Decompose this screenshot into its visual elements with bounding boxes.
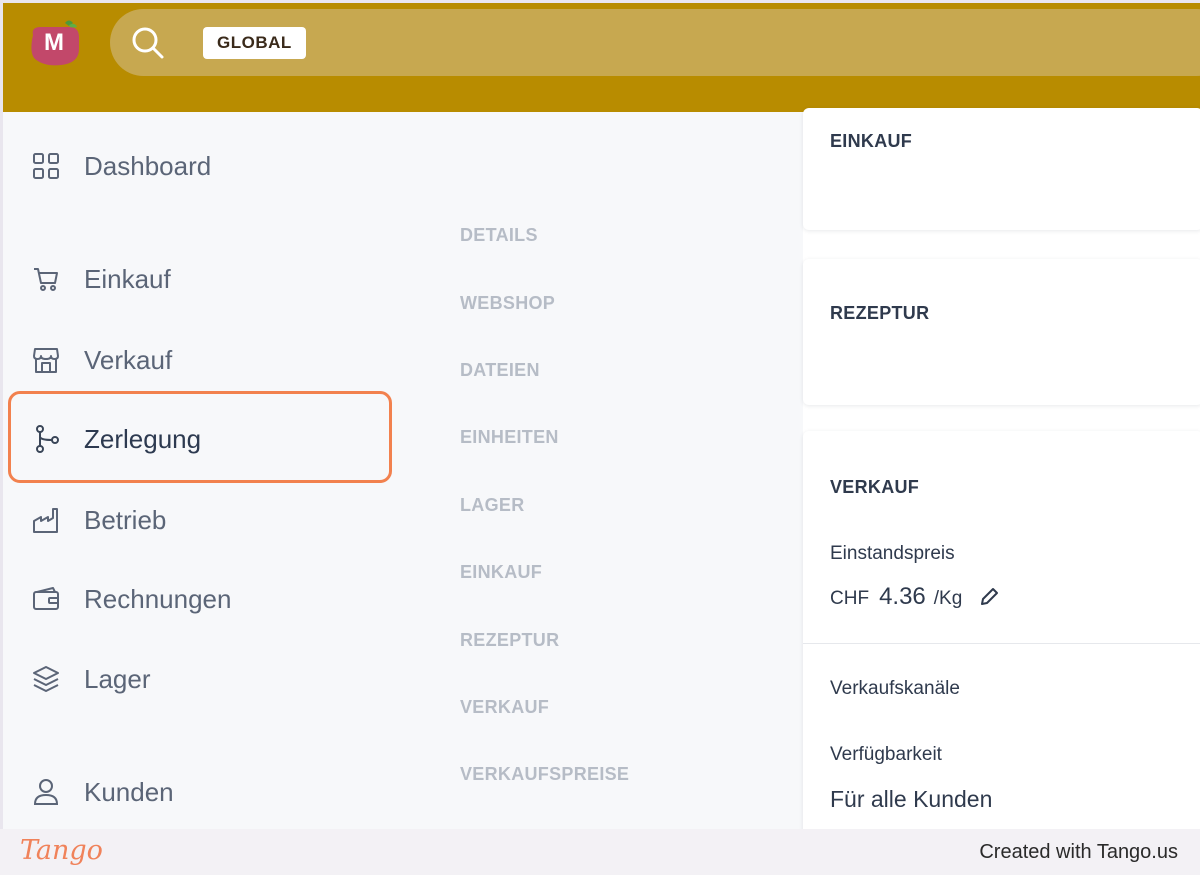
branch-icon [30,423,62,455]
verkaufskanaele-label: Verkaufskanäle [830,678,960,699]
verfuegbarkeit-label: Verfügbarkeit [830,744,942,765]
sidebar-item-kunden[interactable]: Kunden [30,772,174,812]
pencil-icon[interactable] [978,586,1000,608]
tango-logo: Tango [20,835,103,866]
scope-chip[interactable]: GLOBAL [203,27,306,59]
card-verkauf: VERKAUF Einstandspreis CHF 4.36 /Kg Verk… [803,431,1200,851]
sidebar-item-label: Kunden [84,776,174,807]
card-rezeptur: REZEPTUR [803,259,1200,405]
subnav-rezeptur[interactable]: REZEPTUR [460,630,559,651]
wallet-icon [30,583,62,615]
sidebar-item-label: Einkauf [84,263,171,294]
subnav-details[interactable]: DETAILS [460,225,538,246]
subnav-webshop[interactable]: WEBSHOP [460,293,555,314]
sidebar-item-label: Betrieb [84,504,167,535]
subnav-verkauf[interactable]: VERKAUF [460,697,549,718]
search-icon[interactable] [130,25,166,61]
einstandspreis-value: CHF 4.36 /Kg [830,583,1000,611]
sidebar-item-label: Zerlegung [84,423,202,454]
card-title: EINKAUF [830,131,913,151]
sidebar-item-betrieb[interactable]: Betrieb [30,500,166,540]
card-einkauf: EINKAUF [803,108,1200,230]
sidebar-item-label: Rechnungen [84,583,232,614]
tango-footer: Tango Created with Tango.us [0,829,1200,875]
subnav-einheiten[interactable]: EINHEITEN [460,427,559,448]
created-with-text: Created with Tango.us [979,841,1178,863]
sidebar-item-label: Verkauf [84,344,173,375]
card-title: REZEPTUR [830,303,930,323]
sidebar-item-verkauf[interactable]: Verkauf [30,340,172,380]
price-unit: /Kg [933,588,963,609]
sidebar-item-einkauf[interactable]: Einkauf [30,259,171,299]
store-icon [30,344,62,376]
grid-icon [30,150,62,182]
einstandspreis-label: Einstandspreis [830,543,955,564]
sidebar-item-lager[interactable]: Lager [30,659,151,699]
factory-icon [30,504,62,536]
sidebar-item-label: Dashboard [84,150,212,181]
sidebar-item-zerlegung[interactable]: Zerlegung [30,419,201,459]
subnav-lager[interactable]: LAGER [460,495,525,516]
logo-letter: M [44,29,64,56]
sidebar-item-label: Lager [84,663,151,694]
cart-icon [30,263,62,295]
divider [803,643,1200,644]
currency: CHF [830,588,870,609]
user-icon [30,776,62,808]
subnav-dateien[interactable]: DATEIEN [460,360,540,381]
price-amount: 4.36 [879,583,926,610]
sidebar-item-dashboard[interactable]: Dashboard [30,146,211,186]
subnav-einkauf[interactable]: EINKAUF [460,562,542,583]
app-logo[interactable]: M [25,19,85,71]
card-title: VERKAUF [830,477,920,497]
top-bar: M GLOBAL [0,0,1200,112]
sidebar-item-rechnungen[interactable]: Rechnungen [30,579,231,619]
verfuegbarkeit-value: Für alle Kunden [830,786,993,812]
global-search-bar[interactable]: GLOBAL [110,9,1200,76]
subnav-verkaufspreise[interactable]: VERKAUFSPREISE [460,764,629,785]
layers-icon [30,663,62,695]
